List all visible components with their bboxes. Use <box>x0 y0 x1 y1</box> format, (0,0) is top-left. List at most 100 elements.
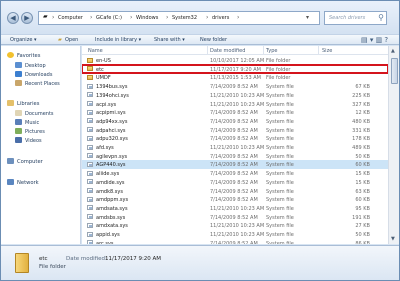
file-row[interactable]: acpipmi.sys 7/14/2009 8:52 AM System file 1… <box>82 108 388 117</box>
nav-favorites[interactable]: Favorites <box>7 52 40 59</box>
details-date-label: Date modified: <box>66 256 107 262</box>
file-size: 67 KB <box>355 84 370 91</box>
file-date-modified: 11/21/2010 10:23 AM <box>210 101 265 108</box>
file-date-modified: 11/21/2010 10:23 AM <box>210 92 265 99</box>
system-file-icon <box>87 196 93 202</box>
view-options-icons[interactable]: ▤ ▾ ▥ ? <box>361 36 388 44</box>
file-row[interactable]: adpahci.sys 7/14/2009 8:52 AM System file 3… <box>82 126 388 135</box>
file-row[interactable]: amdxata.sys 11/21/2010 10:23 AM System fil… <box>82 221 388 230</box>
breadcrumb-windows[interactable]: Windows <box>136 15 158 21</box>
scroll-down-arrow-icon[interactable]: ▼ <box>391 236 395 242</box>
file-row[interactable]: adp94xx.sys 7/14/2009 8:52 AM System file 4… <box>82 117 388 126</box>
file-row[interactable]: amdide.sys 7/14/2009 8:52 AM System file 15… <box>82 178 388 187</box>
scroll-up-arrow-icon[interactable]: ▲ <box>391 48 395 54</box>
nav-pictures[interactable]: Pictures <box>15 128 45 135</box>
chevron-right-icon: › <box>166 14 169 21</box>
file-size: 480 KB <box>352 118 370 125</box>
include-in-library-button[interactable]: Include in library ▾ <box>95 37 141 43</box>
column-divider[interactable] <box>263 46 264 55</box>
file-row[interactable]: amdsata.sys 11/21/2010 10:23 AM System fil… <box>82 204 388 213</box>
file-row[interactable]: etc 11/17/2017 9:20 AM File folder <box>82 63 388 75</box>
breadcrumb-drivers[interactable]: drivers <box>212 15 229 21</box>
file-row[interactable]: arc.sys 7/14/2009 8:52 AM System file 86 KB <box>82 239 388 244</box>
nav-downloads[interactable]: Downloads <box>15 71 52 78</box>
file-name: adpahci.sys <box>96 127 126 134</box>
address-field[interactable]: ▰ › Computer › GCafe (C:) › Windows › Sy… <box>38 11 354 25</box>
system-file-icon <box>87 109 93 115</box>
file-row[interactable]: UMDF 11/13/2015 1:53 AM File folder <box>82 73 388 82</box>
star-icon <box>7 52 14 58</box>
file-date-modified: 11/21/2010 10:23 AM <box>210 205 265 212</box>
file-type: System file <box>266 145 294 151</box>
new-folder-button[interactable]: New folder <box>200 37 227 43</box>
system-file-icon <box>87 231 93 237</box>
nav-computer-label: Computer <box>17 159 43 165</box>
file-row[interactable]: 1394bus.sys 7/14/2009 8:52 AM System file 6… <box>82 82 388 91</box>
back-button[interactable]: ◀ <box>7 12 19 24</box>
file-row[interactable]: 1394ohci.sys 11/21/2010 10:23 AM System fi… <box>82 91 388 100</box>
column-divider[interactable] <box>207 46 208 55</box>
file-row[interactable]: aliide.sys 7/14/2009 8:52 AM System file 15… <box>82 169 388 178</box>
file-row[interactable]: AGP440.sys 7/14/2009 8:52 AM System file 60… <box>82 160 388 170</box>
nav-videos[interactable]: Videos <box>15 137 42 144</box>
forward-arrow-icon: ▶ <box>24 14 30 22</box>
organize-button[interactable]: Organize ▾ <box>10 37 37 43</box>
breadcrumb-computer[interactable]: Computer <box>58 15 83 21</box>
file-date-modified: 7/14/2009 8:52 AM <box>210 127 258 134</box>
nav-desktop[interactable]: Desktop <box>15 62 46 69</box>
breadcrumb-system32[interactable]: System32 <box>172 15 197 21</box>
file-row[interactable]: amdk8.sys 7/14/2009 8:52 AM System file 63 … <box>82 187 388 196</box>
scrollbar-thumb[interactable] <box>391 58 398 84</box>
file-row[interactable]: afd.sys 11/21/2010 10:23 AM System file 489… <box>82 143 388 152</box>
forward-button[interactable]: ▶ <box>21 12 33 24</box>
dropdown-arrow-icon[interactable]: ▾ <box>306 14 309 21</box>
file-name: en-US <box>96 58 111 64</box>
search-input[interactable]: Search drivers ⚲ <box>324 11 387 25</box>
column-type[interactable]: Type <box>266 48 277 54</box>
file-row[interactable]: adpu320.sys 7/14/2009 8:52 AM System file 1… <box>82 134 388 143</box>
folder-icon <box>15 253 29 273</box>
column-divider[interactable] <box>318 46 319 55</box>
file-date-modified: 11/21/2010 10:23 AM <box>210 232 265 238</box>
file-row[interactable]: appid.sys 11/21/2010 10:23 AM System file 5… <box>82 230 388 239</box>
chevron-right-icon: › <box>90 14 93 21</box>
file-row[interactable]: agilevpn.sys 7/14/2009 8:52 AM System file… <box>82 152 388 161</box>
nav-network[interactable]: Network <box>7 179 39 186</box>
vertical-scrollbar[interactable]: ▲ ▼ <box>388 46 399 244</box>
nav-computer[interactable]: Computer <box>7 158 43 165</box>
file-name: amdsata.sys <box>96 205 128 212</box>
nav-recent-places[interactable]: Recent Places <box>15 80 60 87</box>
column-date-modified[interactable]: Date modified <box>210 48 245 54</box>
file-size: 50 KB <box>355 232 370 238</box>
file-type: File folder <box>266 58 291 64</box>
file-row[interactable]: amdsbs.sys 7/14/2009 8:52 AM System file 19… <box>82 213 388 222</box>
details-date-value: 11/17/2017 9:20 AM <box>105 256 162 262</box>
nav-recent-label: Recent Places <box>25 81 60 87</box>
open-button[interactable]: Open <box>65 37 78 43</box>
chevron-right-icon: › <box>206 14 209 21</box>
file-row[interactable]: amdppm.sys 7/14/2009 8:52 AM System file 60… <box>82 195 388 204</box>
search-icon[interactable]: ⚲ <box>378 13 384 22</box>
nav-pictures-label: Pictures <box>25 129 45 135</box>
details-item-type: File folder <box>39 264 66 270</box>
file-type: System file <box>266 110 294 117</box>
breadcrumb-drive[interactable]: GCafe (C:) <box>96 15 122 21</box>
file-row[interactable]: acpi.sys 11/21/2010 10:23 AM System file 32… <box>82 100 388 109</box>
nav-documents[interactable]: Documents <box>15 110 54 117</box>
file-date-modified: 7/14/2009 8:52 AM <box>210 240 258 244</box>
column-size[interactable]: Size <box>322 48 332 54</box>
documents-icon <box>15 110 22 116</box>
share-with-button[interactable]: Share with ▾ <box>154 37 185 43</box>
file-date-modified: 11/17/2017 9:20 AM <box>210 66 261 73</box>
column-name[interactable]: Name <box>88 48 103 54</box>
nav-music[interactable]: Music <box>15 119 39 126</box>
nav-libraries[interactable]: Libraries <box>7 100 39 107</box>
back-arrow-icon: ◀ <box>10 14 16 22</box>
file-size: 331 KB <box>352 127 370 134</box>
file-row[interactable]: en-US 10/10/2017 12:05 AM File folder <box>82 56 388 65</box>
chevron-right-icon: › <box>52 14 55 21</box>
system-file-icon <box>87 83 93 89</box>
file-type: System file <box>266 197 294 204</box>
file-size: 60 KB <box>355 162 370 169</box>
file-size: 225 KB <box>352 92 370 99</box>
